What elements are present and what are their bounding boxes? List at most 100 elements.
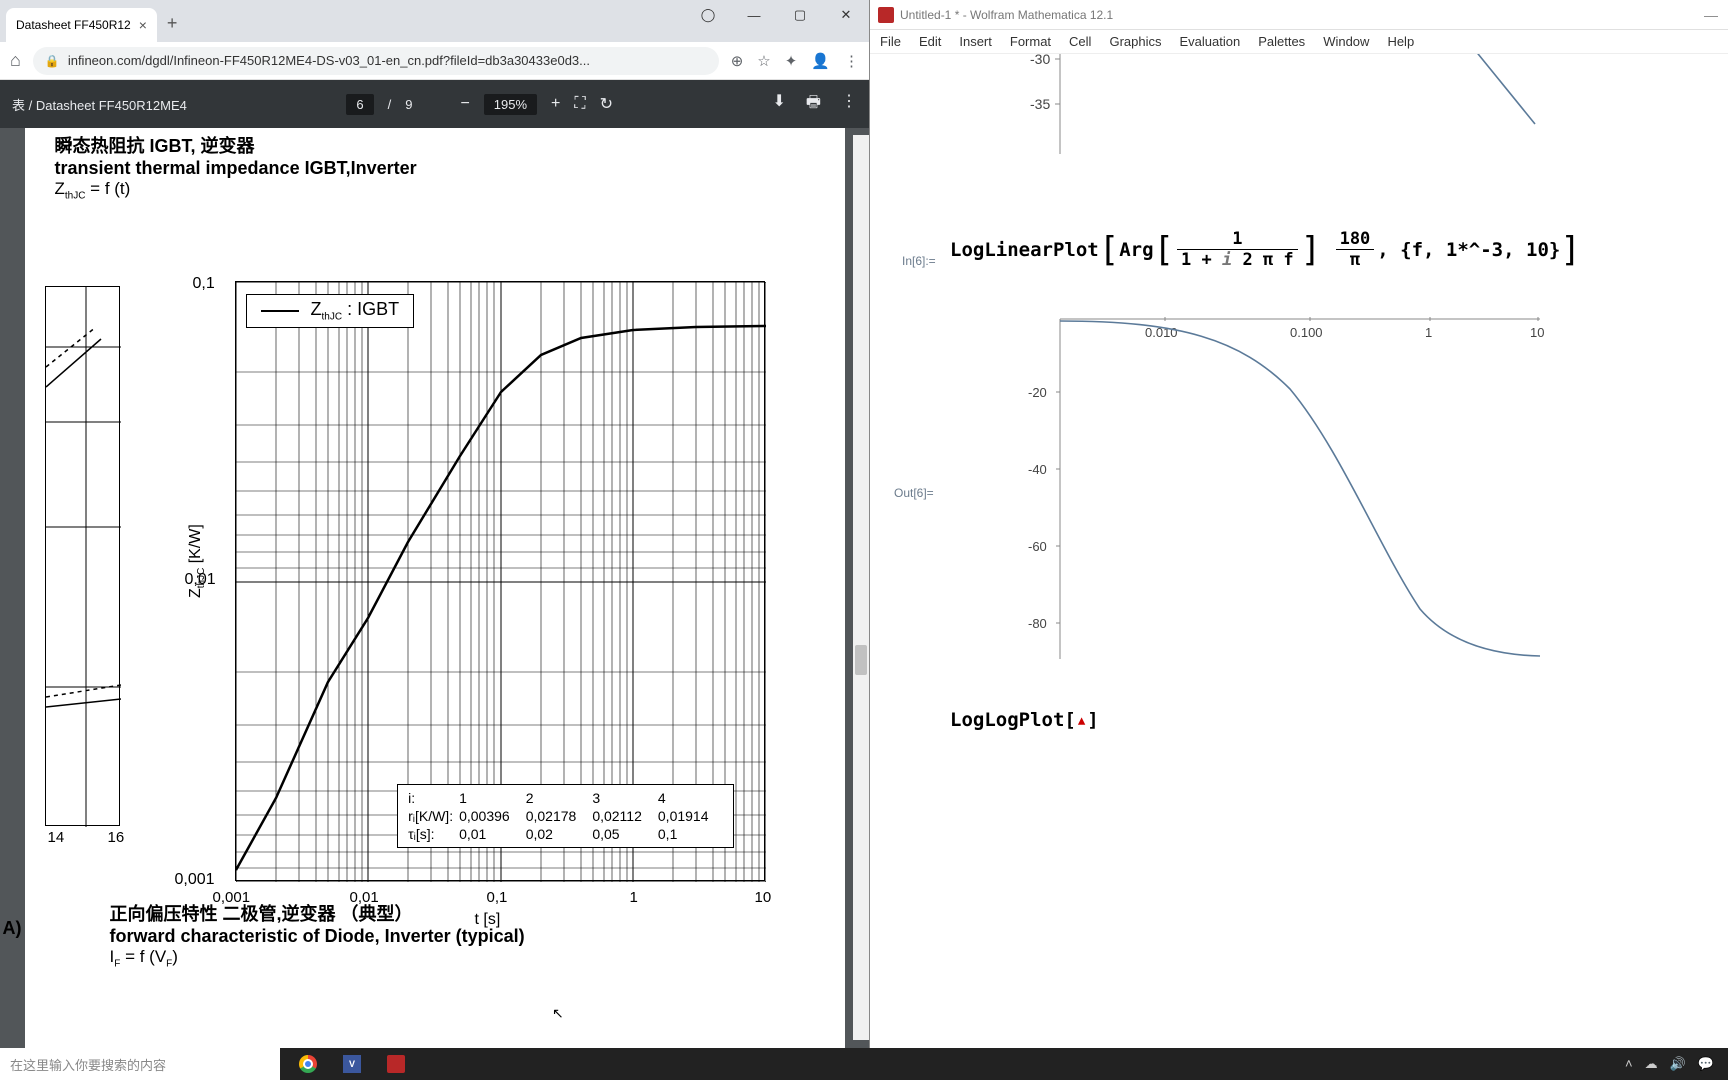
- taskbar-visio[interactable]: V: [332, 1048, 372, 1080]
- svg-text:-80: -80: [1028, 616, 1047, 631]
- chrome-icon: [299, 1055, 317, 1073]
- url-text: infineon.com/dgdl/Infineon-FF450R12ME4-D…: [68, 53, 590, 68]
- zoom-icon[interactable]: ⊕: [731, 52, 744, 70]
- menu-cell[interactable]: Cell: [1069, 34, 1091, 49]
- cursor-icon: ↖: [552, 1005, 564, 1022]
- v-scrollbar[interactable]: [853, 135, 869, 1040]
- tab-active[interactable]: Datasheet FF450R12 ×: [6, 8, 157, 42]
- svg-text:1: 1: [1425, 325, 1432, 340]
- menu-graphics[interactable]: Graphics: [1109, 34, 1161, 49]
- visio-icon: V: [343, 1055, 361, 1073]
- tray-notifications-icon[interactable]: 💬: [1698, 1056, 1714, 1072]
- mathematica-window: Untitled-1 * - Wolfram Mathematica 12.1 …: [870, 0, 1728, 1080]
- maximize-button[interactable]: ▢: [777, 0, 823, 30]
- more-icon[interactable]: ⋮: [841, 91, 857, 118]
- menu-format[interactable]: Format: [1010, 34, 1051, 49]
- tray-chevron-icon[interactable]: ˄: [1625, 1056, 1633, 1072]
- y-tick-1: 0,01: [185, 571, 216, 589]
- pdf-viewport[interactable]: 瞬态热阻抗 IGBT, 逆变器 transient thermal impeda…: [0, 128, 869, 1080]
- mm-title-text: Untitled-1 * - Wolfram Mathematica 12.1: [900, 8, 1113, 22]
- menu-evaluation[interactable]: Evaluation: [1179, 34, 1240, 49]
- home-icon[interactable]: ⌂: [10, 50, 21, 71]
- svg-text:-35: -35: [1030, 96, 1050, 112]
- profile-icon[interactable]: 👤: [811, 52, 830, 70]
- download-icon[interactable]: ⬇: [772, 91, 785, 118]
- svg-text:-20: -20: [1028, 385, 1047, 400]
- pdf-toolbar: 表 / Datasheet FF450R12ME4 6 / 9 − 195% +…: [0, 80, 869, 128]
- circle-icon[interactable]: ◯: [685, 0, 731, 30]
- svg-text:10: 10: [1530, 325, 1544, 340]
- mm-titlebar[interactable]: Untitled-1 * - Wolfram Mathematica 12.1 …: [870, 0, 1728, 30]
- tab-strip: Datasheet FF450R12 × + ◯ ― ▢ ✕: [0, 0, 869, 42]
- svg-text:-30: -30: [1030, 54, 1050, 67]
- print-icon[interactable]: 🖶: [806, 91, 821, 118]
- windows-taskbar: 在这里输入你要搜索的内容 V ˄ ☁ 🔊 💬: [0, 1048, 1728, 1080]
- chart-equation: ZthJC = f (t): [55, 179, 815, 201]
- url-input[interactable]: 🔒 infineon.com/dgdl/Infineon-FF450R12ME4…: [33, 47, 719, 75]
- page-total: 9: [405, 97, 412, 112]
- log-log-plot: ZthJC : IGBT i:1234 rᵢ[K/W]:0,003960,021…: [235, 281, 765, 881]
- legend-box: ZthJC : IGBT: [246, 294, 415, 328]
- close-button[interactable]: ✕: [823, 0, 869, 30]
- page-number-input[interactable]: 6: [346, 94, 373, 115]
- fit-page-icon[interactable]: ⛶: [574, 95, 585, 113]
- y-tick-0: 0,1: [193, 275, 215, 293]
- x-tick-4: 10: [755, 889, 772, 906]
- y-tick-2: 0,001: [175, 871, 215, 889]
- menu-window[interactable]: Window: [1323, 34, 1369, 49]
- tab-close-icon[interactable]: ×: [139, 17, 147, 33]
- menu-help[interactable]: Help: [1387, 34, 1414, 49]
- lock-icon: 🔒: [45, 54, 60, 68]
- svg-text:0.100: 0.100: [1290, 325, 1323, 340]
- next-equation: IF = f (VF): [110, 947, 525, 969]
- address-bar: ⌂ 🔒 infineon.com/dgdl/Infineon-FF450R12M…: [0, 42, 869, 80]
- notebook-body[interactable]: -30 -35 In[6]:= LogLinearPlot[Arg[ 11 + …: [870, 54, 1728, 1080]
- star-icon[interactable]: ☆: [757, 52, 770, 70]
- legend-text: ZthJC : IGBT: [311, 299, 400, 323]
- zoom-input[interactable]: 195%: [484, 94, 537, 115]
- new-tab-button[interactable]: +: [167, 13, 178, 34]
- tab-title: Datasheet FF450R12: [16, 18, 131, 32]
- menu-file[interactable]: File: [880, 34, 901, 49]
- out-label: Out[6]=: [894, 486, 934, 500]
- chart-title-en: transient thermal impedance IGBT,Inverte…: [55, 158, 815, 179]
- tray-volume-icon[interactable]: 🔊: [1670, 1056, 1686, 1072]
- thermal-impedance-chart: 14 16 ZthJC [K/W] 0,1 0,01 0,001 0,001 0…: [75, 221, 795, 861]
- search-placeholder: 在这里输入你要搜索的内容: [10, 1055, 166, 1074]
- partial-xtick-16: 16: [108, 829, 125, 846]
- taskbar-chrome[interactable]: [288, 1048, 328, 1080]
- wolfram-taskbar-icon: [387, 1055, 405, 1073]
- menu-palettes[interactable]: Palettes: [1258, 34, 1305, 49]
- menu-icon[interactable]: ⋮: [844, 52, 859, 70]
- loglogplot-input[interactable]: LogLogPlot[▴]: [950, 709, 1099, 731]
- extensions-icon[interactable]: ✦: [785, 52, 798, 70]
- zoom-out-button[interactable]: −: [460, 95, 469, 113]
- rotate-icon[interactable]: ↻: [600, 94, 613, 114]
- menu-insert[interactable]: Insert: [959, 34, 992, 49]
- system-tray[interactable]: ˄ ☁ 🔊 💬: [1611, 1056, 1728, 1072]
- mm-menubar: File Edit Insert Format Cell Graphics Ev…: [870, 30, 1728, 54]
- output-plot: 0.010 0.100 1 10 -20 -40 -60 -80: [940, 299, 1640, 679]
- page-sep: /: [388, 97, 392, 112]
- input-expression[interactable]: LogLinearPlot[Arg[ 11 + i 2 π f ] 180π ,…: [950, 229, 1581, 270]
- taskbar-wolfram[interactable]: [376, 1048, 416, 1080]
- mm-minimize-button[interactable]: ―: [1704, 7, 1718, 23]
- svg-text:-40: -40: [1028, 462, 1047, 477]
- wolfram-icon: [878, 7, 894, 23]
- taskbar-search[interactable]: 在这里输入你要搜索的内容: [0, 1048, 280, 1080]
- foster-params-table: i:1234 rᵢ[K/W]:0,003960,021780,021120,01…: [397, 784, 733, 848]
- pdf-title: 表 / Datasheet FF450R12ME4: [12, 95, 187, 114]
- svg-text:-60: -60: [1028, 539, 1047, 554]
- partial-right-label: A): [3, 918, 22, 939]
- partial-xtick-14: 14: [48, 829, 65, 846]
- partial-left-chart: [45, 286, 120, 826]
- partial-upper-plot: -30 -35: [940, 54, 1640, 164]
- legend-line-icon: [261, 310, 299, 312]
- zoom-in-button[interactable]: +: [551, 95, 560, 113]
- minimize-button[interactable]: ―: [731, 0, 777, 30]
- next-title-cn: 正向偏压特性 二极管,逆变器 （典型）: [110, 900, 525, 926]
- x-tick-3: 1: [630, 889, 638, 906]
- menu-edit[interactable]: Edit: [919, 34, 941, 49]
- next-chart-block: 正向偏压特性 二极管,逆变器 （典型） forward characterist…: [110, 896, 525, 969]
- tray-cloud-icon[interactable]: ☁: [1645, 1056, 1658, 1072]
